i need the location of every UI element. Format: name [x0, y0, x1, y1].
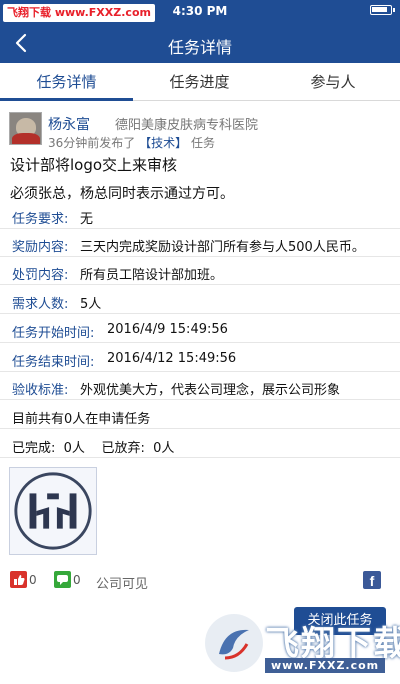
- abandon-label: 已放弃:: [101, 441, 145, 456]
- field-label: 需求人数:: [12, 297, 69, 312]
- nav-bar: 任务详情: [0, 24, 400, 63]
- field-value: 所有员工陪设计部加班。: [80, 268, 224, 283]
- watermark-bottom: 飞翔下载 www.FXXZ.com: [205, 614, 400, 678]
- field-start-time: 任务开始时间: 2016/4/9 15:49:56: [0, 317, 400, 343]
- tab-task-details[interactable]: 任务详情: [0, 63, 133, 101]
- field-requirement: 任务要求: 无: [0, 203, 400, 229]
- like-count: 0: [29, 573, 37, 587]
- battery-tip: [393, 8, 395, 12]
- tab-task-progress[interactable]: 任务进度: [133, 63, 266, 101]
- battery-icon: [370, 5, 392, 15]
- organization-name: 德阳美康皮肤病专科医院: [115, 118, 259, 133]
- attached-logo-image[interactable]: [9, 467, 97, 555]
- category-tag: 【技术】: [139, 136, 188, 150]
- field-value: 2016/4/9 15:49:56: [107, 322, 228, 337]
- thumbs-up-icon[interactable]: [10, 571, 27, 588]
- comment-icon[interactable]: [54, 571, 71, 588]
- post-type: 任务: [190, 136, 215, 150]
- watermark-top: 飞翔下载 www.FXXZ.com: [3, 4, 155, 22]
- field-reward: 奖励内容: 三天内完成奖励设计部门所有参与人500人民币。: [0, 231, 400, 257]
- post-time: 36分钟前发布了: [48, 136, 136, 150]
- comment-count: 0: [73, 573, 81, 587]
- post-meta: 36分钟前发布了 【技术】 任务: [48, 134, 215, 151]
- tab-participants[interactable]: 参与人: [266, 63, 400, 101]
- abandon-value: 0人: [153, 441, 175, 456]
- field-value: 无: [80, 212, 94, 227]
- field-value: 外观优美大方，代表公司理念，展示公司形象: [80, 383, 341, 398]
- field-headcount: 需求人数: 5人: [0, 288, 400, 314]
- field-label: 任务要求:: [12, 212, 69, 227]
- field-label: 处罚内容:: [12, 268, 69, 283]
- field-label: 任务结束时间:: [12, 355, 95, 370]
- tab-bar: 任务详情 任务进度 参与人: [0, 63, 400, 101]
- field-value: 2016/4/12 15:49:56: [107, 351, 237, 366]
- field-end-time: 任务结束时间: 2016/4/12 15:49:56: [0, 346, 400, 372]
- avatar[interactable]: [9, 112, 42, 145]
- field-penalty: 处罚内容: 所有员工陪设计部加班。: [0, 259, 400, 285]
- author-name[interactable]: 杨永富: [48, 114, 90, 134]
- task-description: 必须张总，杨总同时表示通过方可。: [10, 186, 234, 202]
- watermark-circle: [205, 614, 263, 672]
- progress-row: 已完成: 0人 已放弃: 0人: [0, 432, 400, 458]
- page-title: 任务详情: [167, 38, 232, 57]
- field-label: 任务开始时间:: [12, 326, 95, 341]
- field-value: 三天内完成奖励设计部门所有参与人500人民币。: [80, 240, 365, 255]
- facebook-share-icon[interactable]: f: [363, 571, 381, 589]
- applicants-text: 目前共有0人在申请任务: [12, 412, 151, 427]
- watermark-url: www.FXXZ.com: [265, 658, 386, 673]
- done-value: 0人: [63, 441, 85, 456]
- active-tab-indicator: [0, 98, 133, 101]
- field-acceptance: 验收标准: 外观优美大方，代表公司理念，展示公司形象: [0, 374, 400, 400]
- logo-graphic: [14, 472, 92, 550]
- progress-summary: 已完成: 0人 已放弃: 0人: [12, 437, 174, 456]
- done-label: 已完成:: [12, 441, 56, 456]
- field-label: 奖励内容:: [12, 240, 69, 255]
- field-label: 验收标准:: [12, 383, 69, 398]
- field-value: 5人: [80, 297, 102, 312]
- visibility-label: 公司可见: [96, 577, 149, 592]
- task-title: 设计部将logo交上来审核: [10, 156, 178, 174]
- applicants-row: 目前共有0人在申请任务: [0, 403, 400, 429]
